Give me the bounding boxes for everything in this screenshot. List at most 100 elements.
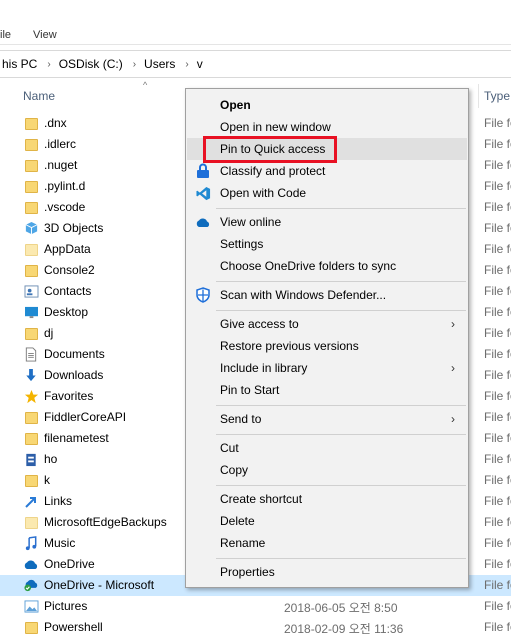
- music-icon: [23, 536, 39, 551]
- menu-separator: [216, 208, 466, 209]
- menu-separator: [216, 434, 466, 435]
- menu-item-rename[interactable]: Rename: [187, 532, 467, 554]
- column-divider[interactable]: [478, 84, 479, 108]
- folder-icon: [23, 242, 39, 257]
- file-name: Links: [44, 494, 73, 508]
- menu-item-send-to[interactable]: Send to ›: [187, 408, 467, 430]
- menu-item-label: Include in library: [220, 361, 308, 375]
- menu-item-label: Open with Code: [220, 186, 307, 200]
- menu-item-choose-onedrive-folders[interactable]: Choose OneDrive folders to sync: [187, 255, 467, 277]
- menu-item-include-library[interactable]: Include in library ›: [187, 357, 467, 379]
- menu-separator: [216, 558, 466, 559]
- file-type: File fo: [484, 431, 511, 445]
- address-bar[interactable]: his PC › OSDisk (C:) › Users › v: [0, 50, 511, 78]
- file-type: File fo: [484, 284, 511, 298]
- breadcrumb-separator[interactable]: ›: [47, 59, 50, 70]
- breadcrumb-osdisk[interactable]: OSDisk (C:): [59, 57, 123, 71]
- folder-icon: [23, 431, 39, 446]
- ribbon: ile View: [0, 0, 511, 45]
- breadcrumb-separator[interactable]: ›: [133, 59, 136, 70]
- menu-item-settings[interactable]: Settings: [187, 233, 467, 255]
- column-header-name[interactable]: Name: [23, 89, 55, 103]
- file-type: File fo: [484, 368, 511, 382]
- file-type: File fo: [484, 179, 511, 193]
- file-type: File fo: [484, 305, 511, 319]
- menu-item-label: Rename: [220, 536, 266, 550]
- menu-item-give-access[interactable]: Give access to ›: [187, 313, 467, 335]
- menu-item-pin-start[interactable]: Pin to Start: [187, 379, 467, 401]
- sort-ascending-icon: ^: [143, 80, 148, 90]
- desktop-icon: [23, 305, 39, 320]
- menu-item-label: Delete: [220, 514, 255, 528]
- menu-item-label: Send to: [220, 412, 262, 426]
- file-name: Favorites: [44, 389, 94, 403]
- menu-item-label: Restore previous versions: [220, 339, 359, 353]
- file-name: filenametest: [44, 431, 109, 445]
- menu-item-classify-protect[interactable]: Classify and protect: [187, 160, 467, 182]
- pictures-icon: [23, 599, 39, 614]
- menu-item-label: Classify and protect: [220, 164, 326, 178]
- file-name: Contacts: [44, 284, 92, 298]
- ribbon-tab-view[interactable]: View: [33, 29, 57, 41]
- menu-item-create-shortcut[interactable]: Create shortcut: [187, 488, 467, 510]
- file-type: File fo: [484, 515, 511, 529]
- 3d-objects-icon: [23, 221, 39, 236]
- file-type: File fo: [484, 578, 511, 592]
- file-name: .nuget: [44, 158, 78, 172]
- onedrive-sync-icon: [23, 578, 39, 593]
- menu-item-scan-defender[interactable]: Scan with Windows Defender...: [187, 284, 467, 306]
- file-name: .dnx: [44, 116, 67, 130]
- menu-item-properties[interactable]: Properties: [187, 561, 467, 583]
- shield-icon: [195, 287, 211, 303]
- documents-icon: [23, 347, 39, 362]
- file-name: k: [44, 473, 50, 487]
- favorites-icon: [23, 389, 39, 404]
- column-header-type[interactable]: Type: [484, 89, 510, 103]
- file-name: OneDrive: [44, 557, 95, 571]
- file-type: File fo: [484, 137, 511, 151]
- folder-icon: [23, 200, 39, 215]
- menu-item-cut[interactable]: Cut: [187, 437, 467, 459]
- contacts-icon: [23, 284, 39, 299]
- lock-icon: [195, 163, 211, 179]
- context-menu: Open Open in new window Pin to Quick acc…: [185, 88, 469, 588]
- menu-item-label: Choose OneDrive folders to sync: [220, 259, 397, 273]
- breadcrumb-separator[interactable]: ›: [185, 59, 188, 70]
- breadcrumb-v[interactable]: v: [197, 57, 203, 71]
- breadcrumb-this-pc[interactable]: his PC: [2, 57, 37, 71]
- menu-item-label: Properties: [220, 565, 275, 579]
- file-type: File fo: [484, 494, 511, 508]
- menu-item-restore-versions[interactable]: Restore previous versions: [187, 335, 467, 357]
- folder-icon: [23, 326, 39, 341]
- file-row[interactable]: Powershell 2018-02-09 오전 11:36 File fo: [0, 617, 511, 638]
- ribbon-tab-file[interactable]: ile: [0, 29, 11, 41]
- menu-item-view-online[interactable]: View online: [187, 211, 467, 233]
- file-row[interactable]: Pictures 2018-06-05 오전 8:50 File fo: [0, 596, 511, 617]
- file-name: .idlerc: [44, 137, 77, 151]
- menu-item-copy[interactable]: Copy: [187, 459, 467, 481]
- menu-item-label: Open: [220, 98, 251, 112]
- file-name: ho: [44, 452, 58, 466]
- file-name: Console2: [44, 263, 95, 277]
- folder-icon: [23, 116, 39, 131]
- menu-item-label: Pin to Start: [220, 383, 280, 397]
- file-name: dj: [44, 326, 54, 340]
- menu-item-label: Settings: [220, 237, 264, 251]
- menu-item-label: View online: [220, 215, 282, 229]
- file-type: File fo: [484, 242, 511, 256]
- file-type: File fo: [484, 620, 511, 634]
- menu-item-open-with-code[interactable]: Open with Code: [187, 182, 467, 204]
- file-name: Powershell: [44, 620, 103, 634]
- submenu-arrow-icon: ›: [451, 412, 455, 426]
- file-type: File fo: [484, 410, 511, 424]
- menu-item-delete[interactable]: Delete: [187, 510, 467, 532]
- breadcrumb-users[interactable]: Users: [144, 57, 175, 71]
- file-name: Pictures: [44, 599, 88, 613]
- file-type: File fo: [484, 473, 511, 487]
- file-type: File fo: [484, 200, 511, 214]
- menu-separator: [216, 310, 466, 311]
- menu-item-open-new-window[interactable]: Open in new window: [187, 116, 467, 138]
- submenu-arrow-icon: ›: [451, 317, 455, 331]
- menu-item-open[interactable]: Open: [187, 94, 467, 116]
- folder-icon: [23, 620, 39, 635]
